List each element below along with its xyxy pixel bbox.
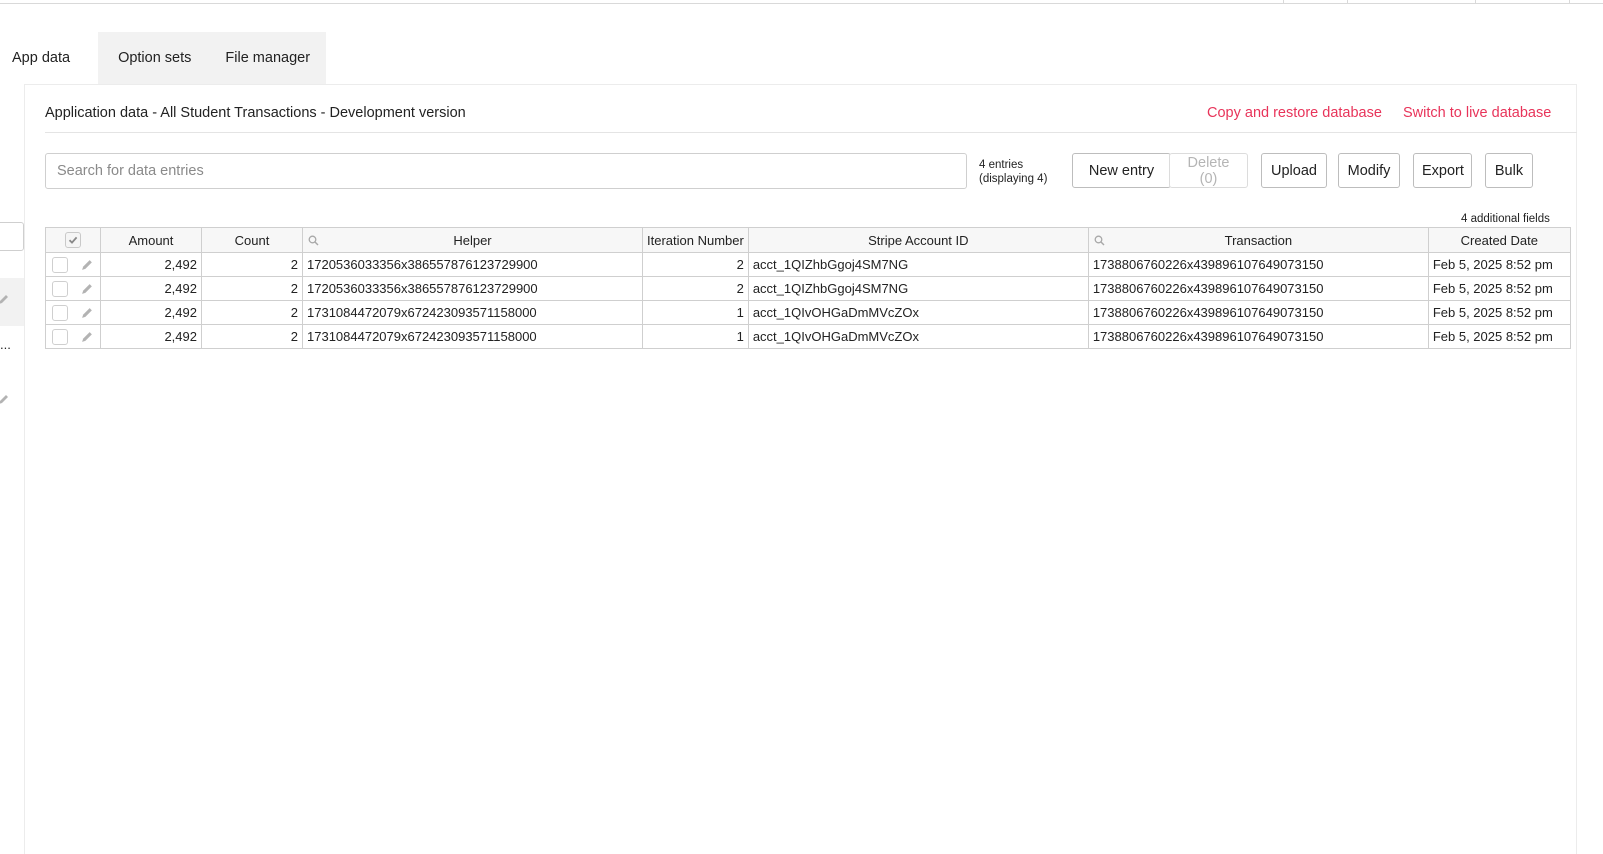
pencil-icon[interactable] <box>81 258 94 271</box>
cell-transaction: 1738806760226x439896107649073150 <box>1087 252 1429 277</box>
cell-iteration-number: 1 <box>642 300 749 325</box>
select-all-checkbox[interactable] <box>65 232 81 248</box>
cell-created-date: Feb 5, 2025 8:52 pm <box>1427 252 1571 277</box>
column-header-created-date[interactable]: Created Date <box>1427 227 1571 253</box>
copy-restore-database-link[interactable]: Copy and restore database <box>1207 105 1382 121</box>
sidebar-truncated-label: ... <box>0 337 11 352</box>
cell-stripe-account-id: acct_1QIZhbGgoj4SM7NG <box>747 252 1089 277</box>
cell-stripe-account-id: acct_1QIZhbGgoj4SM7NG <box>747 276 1089 301</box>
select-all-header[interactable] <box>45 227 101 253</box>
cell-transaction: 1738806760226x439896107649073150 <box>1087 300 1429 325</box>
row-select-cell <box>45 324 101 349</box>
row-checkbox[interactable] <box>52 256 69 273</box>
cell-count: 2 <box>201 252 303 277</box>
column-header-helper-label: Helper <box>453 232 492 248</box>
row-checkbox[interactable] <box>52 280 69 297</box>
row-checkbox[interactable] <box>52 304 69 321</box>
entries-displaying: (displaying 4) <box>979 173 1048 185</box>
cell-transaction: 1738806760226x439896107649073150 <box>1087 324 1429 349</box>
column-header-amount[interactable]: Amount <box>100 227 202 253</box>
data-table: Amount Count Helper Iteration Number Str… <box>45 227 1571 349</box>
additional-fields-link[interactable]: 4 additional fields <box>1461 213 1550 225</box>
table-row[interactable]: 2,492 2 1731084472079x672423093571158000… <box>45 324 1571 349</box>
cell-amount: 2,492 <box>100 276 202 301</box>
app-data-panel <box>24 84 1577 854</box>
export-button[interactable]: Export <box>1413 153 1472 188</box>
row-select-cell <box>45 300 101 325</box>
cell-created-date: Feb 5, 2025 8:52 pm <box>1427 324 1571 349</box>
header-divider <box>45 132 1577 133</box>
cell-helper: 1720536033356x386557876123729900 <box>302 276 643 301</box>
pencil-icon[interactable] <box>0 392 10 410</box>
column-header-transaction-label: Transaction <box>1224 232 1293 248</box>
delete-button[interactable]: Delete (0) <box>1169 153 1248 188</box>
cell-iteration-number: 2 <box>642 252 749 277</box>
cell-count: 2 <box>201 324 303 349</box>
cell-helper: 1731084472079x672423093571158000 <box>302 324 643 349</box>
sidebar-search-input[interactable] <box>0 222 24 251</box>
cell-count: 2 <box>201 276 303 301</box>
bulk-button[interactable]: Bulk <box>1485 153 1533 188</box>
table-row[interactable]: 2,492 2 1720536033356x386557876123729900… <box>45 252 1571 277</box>
new-entry-button[interactable]: New entry <box>1072 153 1171 188</box>
column-header-iteration-number[interactable]: Iteration Number <box>642 227 749 253</box>
upload-button[interactable]: Upload <box>1261 153 1327 188</box>
top-bar-divider <box>1283 0 1284 3</box>
top-bar <box>0 0 1603 4</box>
cell-amount: 2,492 <box>100 252 202 277</box>
row-checkbox[interactable] <box>52 328 69 345</box>
pencil-icon[interactable] <box>81 330 94 343</box>
column-header-transaction[interactable]: Transaction <box>1087 227 1429 253</box>
cell-amount: 2,492 <box>100 300 202 325</box>
pencil-icon[interactable] <box>81 306 94 319</box>
column-header-count[interactable]: Count <box>201 227 303 253</box>
row-select-cell <box>45 276 101 301</box>
magnifier-icon[interactable] <box>1094 235 1105 246</box>
top-bar-divider <box>1475 0 1476 3</box>
cell-helper: 1720536033356x386557876123729900 <box>302 252 643 277</box>
entries-total: 4 entries <box>979 159 1024 171</box>
checkmark-icon <box>68 236 78 244</box>
column-header-stripe-account-id[interactable]: Stripe Account ID <box>747 227 1089 253</box>
data-tabs: App data Option sets File manager <box>0 32 327 84</box>
top-bar-divider <box>1347 0 1348 3</box>
cell-created-date: Feb 5, 2025 8:52 pm <box>1427 300 1571 325</box>
modify-button[interactable]: Modify <box>1338 153 1400 188</box>
cell-stripe-account-id: acct_1QIvOHGaDmMVcZOx <box>747 324 1089 349</box>
column-header-helper[interactable]: Helper <box>302 227 643 253</box>
cell-iteration-number: 2 <box>642 276 749 301</box>
cell-stripe-account-id: acct_1QIvOHGaDmMVcZOx <box>747 300 1089 325</box>
tab-app-data[interactable]: App data <box>0 32 99 84</box>
table-header-row: Amount Count Helper Iteration Number Str… <box>45 227 1571 253</box>
cell-iteration-number: 1 <box>642 324 749 349</box>
cell-helper: 1731084472079x672423093571158000 <box>302 300 643 325</box>
cell-count: 2 <box>201 300 303 325</box>
top-bar-divider <box>1569 0 1570 3</box>
magnifier-icon[interactable] <box>308 235 319 246</box>
search-input[interactable] <box>45 153 967 189</box>
pencil-icon[interactable] <box>0 292 10 310</box>
switch-live-database-link[interactable]: Switch to live database <box>1403 105 1551 121</box>
entries-count: 4 entries (displaying 4) <box>979 158 1047 186</box>
table-row[interactable]: 2,492 2 1720536033356x386557876123729900… <box>45 276 1571 301</box>
cell-created-date: Feb 5, 2025 8:52 pm <box>1427 276 1571 301</box>
row-select-cell <box>45 252 101 277</box>
tab-option-sets[interactable]: Option sets <box>98 32 210 84</box>
cell-transaction: 1738806760226x439896107649073150 <box>1087 276 1429 301</box>
pencil-icon[interactable] <box>81 282 94 295</box>
page-title: Application data - All Student Transacti… <box>45 105 466 121</box>
table-row[interactable]: 2,492 2 1731084472079x672423093571158000… <box>45 300 1571 325</box>
cell-amount: 2,492 <box>100 324 202 349</box>
tab-file-manager[interactable]: File manager <box>209 32 327 84</box>
